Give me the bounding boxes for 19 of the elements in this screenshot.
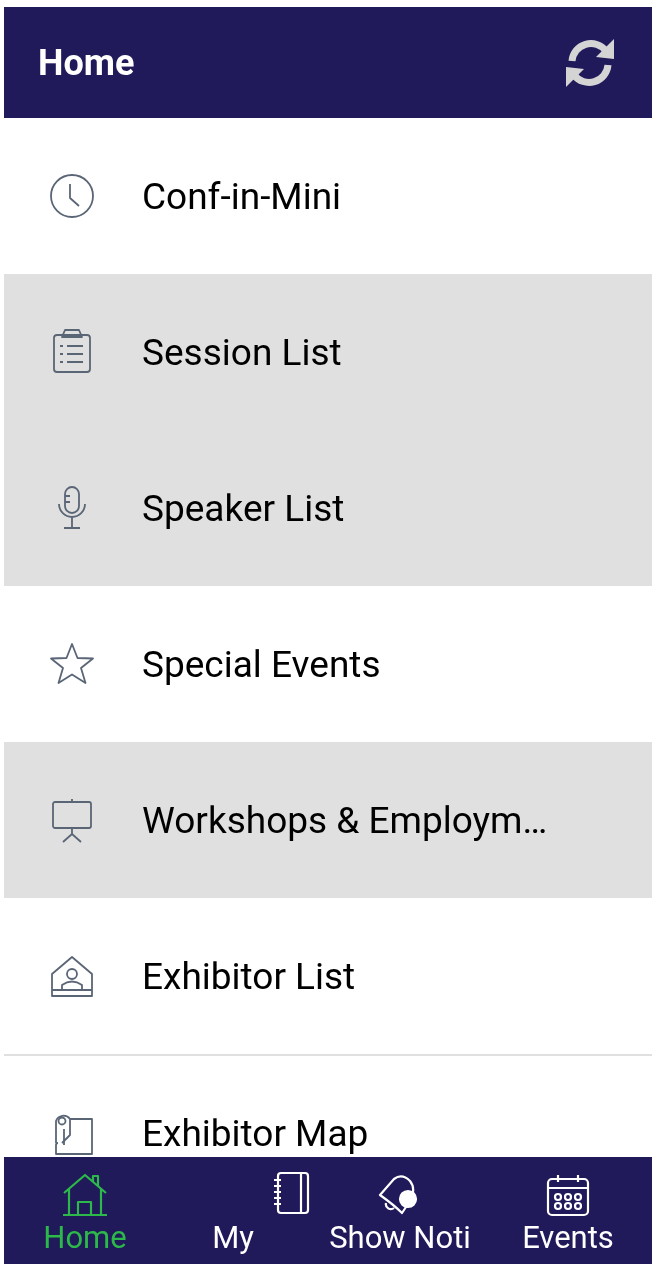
nav-tab[interactable]: Show Noti [316, 1157, 484, 1264]
menu-item[interactable]: Exhibitor Map [4, 1054, 652, 1157]
menu-label: Session List [142, 330, 342, 374]
menu-label: Exhibitor Map [142, 1111, 369, 1155]
menu-label: Exhibitor List [142, 954, 356, 998]
menu-label: Speaker List [142, 486, 345, 530]
menu-label: Workshops & Employm… [142, 798, 548, 842]
calendar-icon [544, 1173, 592, 1217]
nav-tab[interactable]: Home [4, 1157, 166, 1264]
nav-tab[interactable]: Events [484, 1157, 652, 1264]
home-icon [61, 1173, 109, 1217]
clock-icon [48, 172, 96, 220]
nav-tab[interactable]: My [166, 1157, 316, 1264]
menu-label: Conf-in-Mini [142, 174, 342, 218]
header-title: Home [38, 41, 135, 84]
menu-item[interactable]: Session List [4, 274, 652, 430]
menu-item[interactable]: Workshops & Employm… [4, 742, 652, 898]
menu-label: Special Events [142, 642, 381, 686]
menu-item[interactable]: Speaker List [4, 430, 652, 586]
